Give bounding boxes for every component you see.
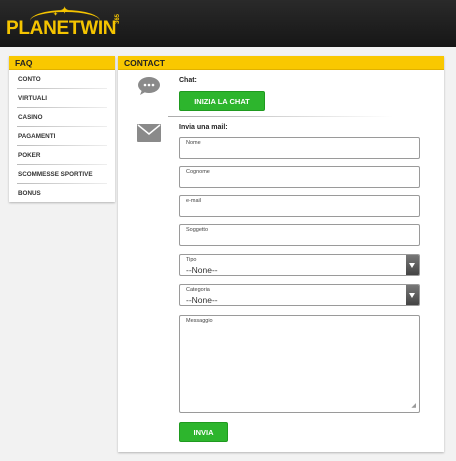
chevron-down-icon[interactable]	[406, 255, 419, 275]
faq-title: FAQ	[9, 56, 115, 70]
cognome-input[interactable]	[185, 176, 414, 186]
envelope-icon	[137, 124, 161, 142]
send-button[interactable]: INVIA	[179, 422, 228, 442]
brand-suffix: 365	[115, 13, 121, 24]
cognome-label: Cognome	[186, 169, 210, 175]
chevron-down-icon[interactable]	[406, 285, 419, 305]
faq-panel: FAQ CONTO VIRTUALI CASINO PAGAMENTI POKE…	[9, 56, 115, 202]
star-small-icon: ✦	[53, 12, 59, 18]
speech-bubble-icon	[138, 77, 160, 95]
section-divider	[168, 116, 393, 117]
categoria-value: --None--	[186, 295, 218, 305]
email-field[interactable]: e-mail	[179, 195, 420, 217]
faq-item-virtuali[interactable]: VIRTUALI	[9, 89, 115, 108]
email-label: e-mail	[186, 198, 201, 204]
categoria-label: Categoria	[186, 287, 210, 293]
faq-item-pagamenti[interactable]: PAGAMENTI	[9, 127, 115, 146]
faq-item-poker[interactable]: POKER	[9, 146, 115, 165]
categoria-select[interactable]: Categoria --None--	[179, 284, 420, 306]
messaggio-label: Messaggio	[186, 318, 213, 324]
nome-field[interactable]: Nome	[179, 137, 420, 159]
star-icon: ✦	[60, 5, 70, 17]
faq-item-scommesse-sportive[interactable]: SCOMMESSE SPORTIVE	[9, 165, 115, 184]
messaggio-field[interactable]: Messaggio ◢	[179, 315, 420, 413]
mail-label: Invia una mail:	[179, 124, 228, 131]
cognome-field[interactable]: Cognome	[179, 166, 420, 188]
start-chat-button[interactable]: INIZIA LA CHAT	[179, 91, 265, 111]
tipo-select[interactable]: Tipo --None--	[179, 254, 420, 276]
soggetto-input[interactable]	[185, 234, 414, 244]
faq-item-casino[interactable]: CASINO	[9, 108, 115, 127]
soggetto-label: Soggetto	[186, 227, 209, 233]
resize-grip-icon[interactable]: ◢	[411, 403, 416, 409]
nome-input[interactable]	[185, 147, 414, 157]
tipo-label: Tipo	[186, 257, 197, 263]
brand-name: PLANETWIN	[6, 18, 117, 39]
faq-list: CONTO VIRTUALI CASINO PAGAMENTI POKER SC…	[9, 70, 115, 203]
tipo-value: --None--	[186, 265, 218, 275]
nome-label: Nome	[186, 140, 201, 146]
faq-item-conto[interactable]: CONTO	[9, 70, 115, 89]
email-input[interactable]	[185, 205, 414, 215]
top-bar: ✦ ✦ PLANETWIN 365	[0, 0, 456, 47]
chat-label: Chat:	[179, 77, 197, 84]
soggetto-field[interactable]: Soggetto	[179, 224, 420, 246]
contact-panel: CONTACT Chat: INIZIA LA CHAT Invia una m…	[118, 56, 444, 452]
contact-title: CONTACT	[118, 56, 444, 70]
faq-item-bonus[interactable]: BONUS	[9, 184, 115, 203]
